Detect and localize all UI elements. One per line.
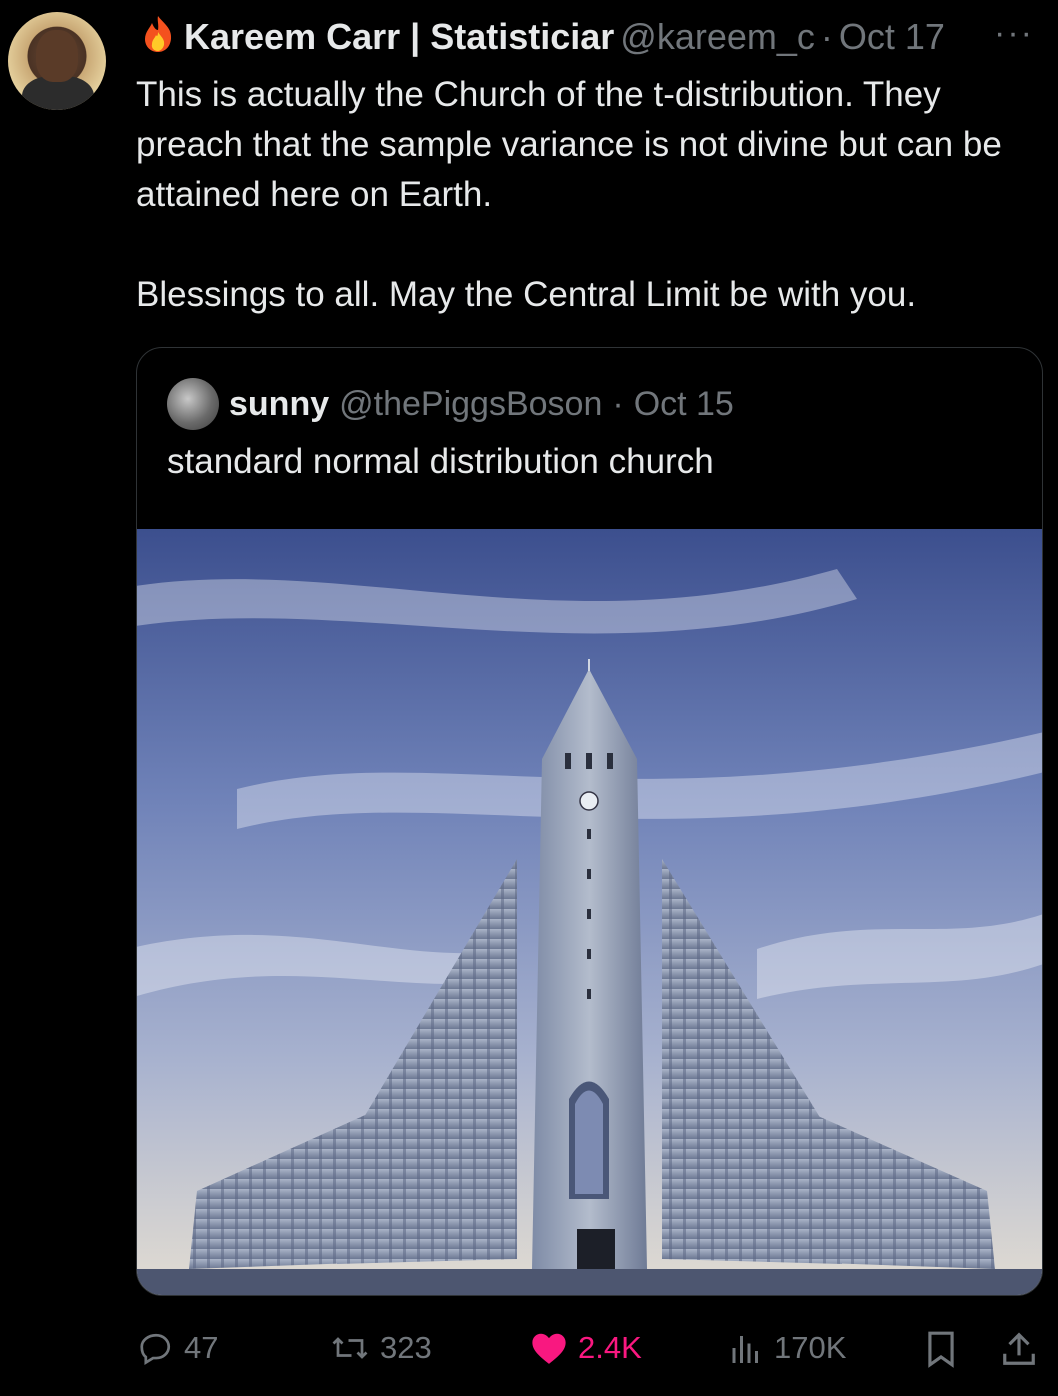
like-button[interactable]: 2.4K (530, 1330, 642, 1366)
quote-separator-dot: · (612, 384, 624, 423)
reply-icon (140, 1333, 171, 1365)
church-photo[interactable] (137, 529, 1042, 1295)
retweet-icon (332, 1337, 368, 1359)
quote-date[interactable]: Oct 15 (634, 385, 734, 424)
tweet-date[interactable]: Oct 17 (839, 16, 945, 58)
retweet-button[interactable]: 323 (330, 1330, 432, 1366)
bookmark-button[interactable] (924, 1330, 958, 1368)
heart-icon (532, 1333, 566, 1364)
reply-button[interactable]: 47 (138, 1330, 218, 1366)
views-icon (732, 1336, 758, 1363)
bookmark-icon (928, 1331, 954, 1368)
views-count: 170K (774, 1330, 847, 1365)
reply-count: 47 (184, 1330, 219, 1365)
quote-author-handle[interactable]: @thePiggsBoson (339, 385, 602, 424)
tweet-text: This is actually the Church of the t-dis… (136, 70, 1048, 320)
quote-header: sunny @thePiggsBoson · Oct 15 (167, 378, 734, 430)
quote-text: standard normal distribution church (167, 442, 714, 481)
tweet-paragraph-1: This is actually the Church of the t-dis… (136, 75, 1002, 214)
like-count: 2.4K (578, 1330, 642, 1365)
share-icon (1003, 1332, 1035, 1365)
tweet-paragraph-2: Blessings to all. May the Central Limit … (136, 275, 917, 314)
tweet-header: Kareem Carr | Statisticiar @kareem_c · O… (138, 14, 945, 60)
author-avatar[interactable] (8, 12, 106, 110)
separator-dot: · (820, 16, 833, 57)
more-icon[interactable]: ··· (994, 14, 1034, 53)
quote-author-name[interactable]: sunny (229, 385, 329, 424)
author-handle[interactable]: @kareem_c (620, 16, 815, 58)
quote-avatar[interactable] (167, 378, 219, 430)
fire-icon (138, 14, 178, 60)
action-bar: 47 323 2.4K 170K (138, 1330, 1048, 1376)
quoted-tweet[interactable]: sunny @thePiggsBoson · Oct 15 standard n… (136, 347, 1043, 1296)
retweet-count: 323 (380, 1330, 432, 1365)
share-button[interactable] (1000, 1330, 1038, 1368)
author-name[interactable]: Kareem Carr | Statisticiar (184, 16, 614, 58)
avatar-face (36, 30, 78, 82)
views-button[interactable]: 170K (728, 1330, 846, 1366)
